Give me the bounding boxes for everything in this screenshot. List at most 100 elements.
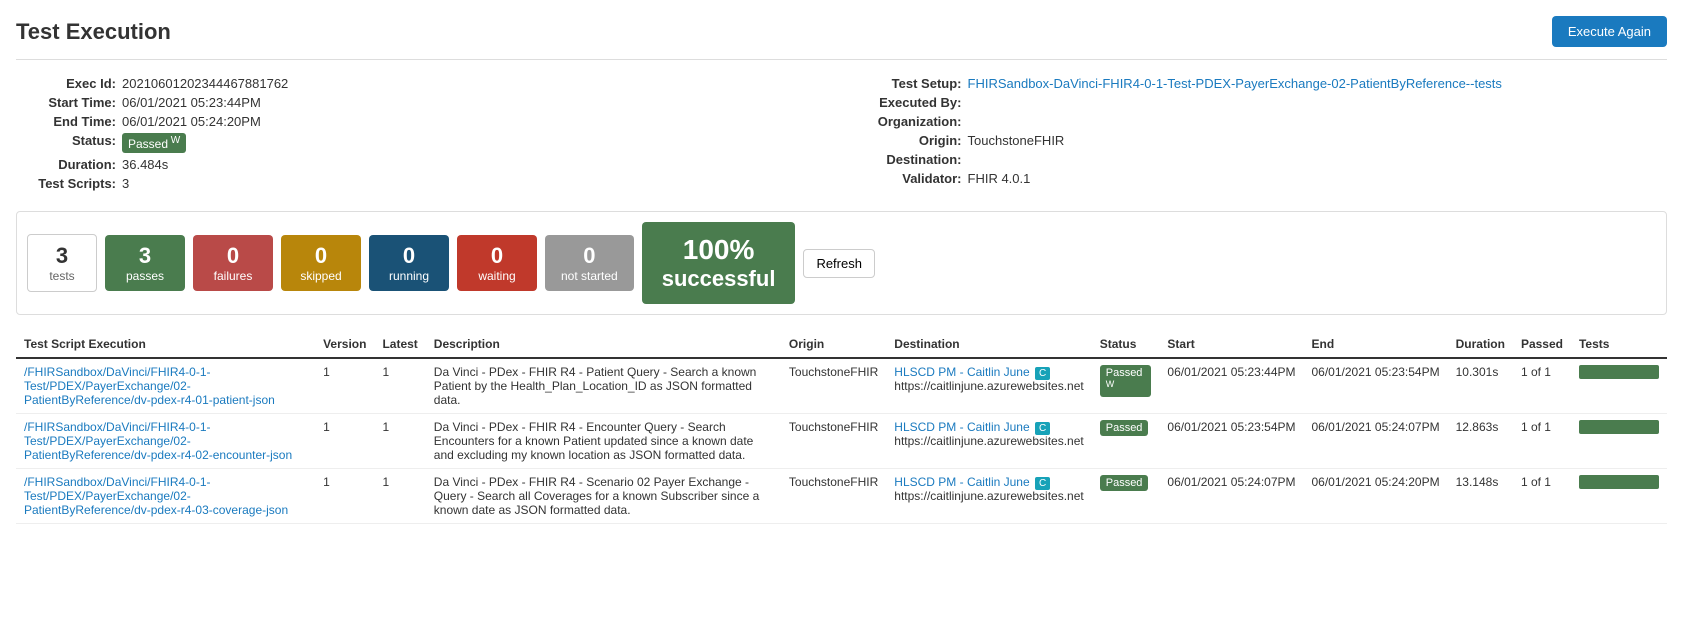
cell-script-link: /FHIRSandbox/DaVinci/FHIR4-0-1-Test/PDEX… <box>16 414 315 469</box>
script-link[interactable]: /FHIRSandbox/DaVinci/FHIR4-0-1-Test/PDEX… <box>24 365 275 407</box>
passes-num: 3 <box>121 243 169 269</box>
test-setup-row: Test Setup: FHIRSandbox-DaVinci-FHIR4-0-… <box>862 76 1668 91</box>
test-scripts-value: 3 <box>122 176 129 191</box>
status-badge: Passed <box>122 133 186 153</box>
col-header-description: Description <box>426 331 781 358</box>
stats-bar: 3 tests 3 passes 0 failures 0 skipped 0 … <box>16 211 1667 315</box>
meta-section: Exec Id: 20210601202344467881762 Start T… <box>16 76 1667 195</box>
waiting-num: 0 <box>473 243 521 269</box>
progress-bar-fill <box>1579 420 1659 434</box>
cell-status: Passed <box>1092 414 1160 469</box>
duration-value: 36.484s <box>122 157 168 172</box>
cell-start: 06/01/2021 05:23:44PM <box>1159 358 1303 414</box>
page-title: Test Execution <box>16 19 171 45</box>
cell-latest: 1 <box>374 358 425 414</box>
cell-origin: TouchstoneFHIR <box>781 469 886 524</box>
waiting-label: waiting <box>473 269 521 283</box>
col-header-passed: Passed <box>1513 331 1571 358</box>
script-link[interactable]: /FHIRSandbox/DaVinci/FHIR4-0-1-Test/PDEX… <box>24 475 288 517</box>
status-row: Status: Passed <box>16 133 822 153</box>
cell-tests <box>1571 469 1667 524</box>
status-badge: Passed W <box>1100 365 1152 397</box>
passes-box: 3 passes <box>105 235 185 291</box>
skipped-box: 0 skipped <box>281 235 361 291</box>
origin-row: Origin: TouchstoneFHIR <box>862 133 1668 148</box>
destination-link[interactable]: HLSCD PM - Caitlin June <box>894 420 1029 434</box>
cell-duration: 10.301s <box>1448 358 1513 414</box>
start-time-row: Start Time: 06/01/2021 05:23:44PM <box>16 95 822 110</box>
meta-left: Exec Id: 20210601202344467881762 Start T… <box>16 76 822 195</box>
cell-passed: 1 of 1 <box>1513 414 1571 469</box>
table-header-row: Test Script Execution Version Latest Des… <box>16 331 1667 358</box>
script-link[interactable]: /FHIRSandbox/DaVinci/FHIR4-0-1-Test/PDEX… <box>24 420 292 462</box>
failures-label: failures <box>209 269 257 283</box>
tests-count-num: 3 <box>44 243 80 269</box>
progress-bar-fill <box>1579 365 1659 379</box>
col-header-origin: Origin <box>781 331 886 358</box>
end-time-row: End Time: 06/01/2021 05:24:20PM <box>16 114 822 129</box>
status-badge: Passed <box>1100 475 1149 491</box>
col-header-script: Test Script Execution <box>16 331 315 358</box>
cell-passed: 1 of 1 <box>1513 469 1571 524</box>
duration-label: Duration: <box>16 157 116 172</box>
exec-id-row: Exec Id: 20210601202344467881762 <box>16 76 822 91</box>
destination-link[interactable]: HLSCD PM - Caitlin June <box>894 475 1029 489</box>
cell-end: 06/01/2021 05:23:54PM <box>1304 358 1448 414</box>
table-row: /FHIRSandbox/DaVinci/FHIR4-0-1-Test/PDEX… <box>16 414 1667 469</box>
execute-again-button[interactable]: Execute Again <box>1552 16 1667 47</box>
cell-status: Passed <box>1092 469 1160 524</box>
table-row: /FHIRSandbox/DaVinci/FHIR4-0-1-Test/PDEX… <box>16 469 1667 524</box>
validator-value: FHIR 4.0.1 <box>968 171 1031 186</box>
cell-end: 06/01/2021 05:24:07PM <box>1304 414 1448 469</box>
end-time-label: End Time: <box>16 114 116 129</box>
origin-label: Origin: <box>862 133 962 148</box>
cell-duration: 12.863s <box>1448 414 1513 469</box>
col-header-status: Status <box>1092 331 1160 358</box>
exec-id-value: 20210601202344467881762 <box>122 76 288 91</box>
cell-status: Passed W <box>1092 358 1160 414</box>
meta-right: Test Setup: FHIRSandbox-DaVinci-FHIR4-0-… <box>862 76 1668 195</box>
duration-row: Duration: 36.484s <box>16 157 822 172</box>
page-header: Test Execution Execute Again <box>16 16 1667 60</box>
start-time-value: 06/01/2021 05:23:44PM <box>122 95 261 110</box>
progress-bar-fill <box>1579 475 1659 489</box>
test-script-table: Test Script Execution Version Latest Des… <box>16 331 1667 524</box>
notstarted-box: 0 not started <box>545 235 634 291</box>
validator-row: Validator: FHIR 4.0.1 <box>862 171 1668 186</box>
cell-description: Da Vinci - PDex - FHIR R4 - Encounter Qu… <box>426 414 781 469</box>
skipped-num: 0 <box>297 243 345 269</box>
destination-link[interactable]: HLSCD PM - Caitlin June <box>894 365 1029 379</box>
cell-origin: TouchstoneFHIR <box>781 414 886 469</box>
refresh-button[interactable]: Refresh <box>803 249 875 278</box>
col-header-end: End <box>1304 331 1448 358</box>
waiting-box: 0 waiting <box>457 235 537 291</box>
dest-url: https://caitlinjune.azurewebsites.net <box>894 489 1083 503</box>
origin-value: TouchstoneFHIR <box>968 133 1065 148</box>
cell-destination: HLSCD PM - Caitlin June C https://caitli… <box>886 469 1091 524</box>
success-pct: 100% <box>662 234 776 266</box>
test-scripts-row: Test Scripts: 3 <box>16 176 822 191</box>
table-row: /FHIRSandbox/DaVinci/FHIR4-0-1-Test/PDEX… <box>16 358 1667 414</box>
cell-end: 06/01/2021 05:24:20PM <box>1304 469 1448 524</box>
success-box: 100% successful <box>642 222 796 304</box>
col-header-version: Version <box>315 331 374 358</box>
test-setup-label: Test Setup: <box>862 76 962 91</box>
cell-passed: 1 of 1 <box>1513 358 1571 414</box>
notstarted-num: 0 <box>561 243 618 269</box>
cell-latest: 1 <box>374 414 425 469</box>
status-label: Status: <box>16 133 116 153</box>
cell-script-link: /FHIRSandbox/DaVinci/FHIR4-0-1-Test/PDEX… <box>16 358 315 414</box>
cell-script-link: /FHIRSandbox/DaVinci/FHIR4-0-1-Test/PDEX… <box>16 469 315 524</box>
destination-row: Destination: <box>862 152 1668 167</box>
cell-destination: HLSCD PM - Caitlin June C https://caitli… <box>886 414 1091 469</box>
progress-bar <box>1579 420 1659 434</box>
start-time-label: Start Time: <box>16 95 116 110</box>
status-badge: Passed <box>1100 420 1149 436</box>
col-header-duration: Duration <box>1448 331 1513 358</box>
test-setup-link[interactable]: FHIRSandbox-DaVinci-FHIR4-0-1-Test-PDEX-… <box>968 76 1502 91</box>
running-num: 0 <box>385 243 433 269</box>
col-header-tests: Tests <box>1571 331 1667 358</box>
running-box: 0 running <box>369 235 449 291</box>
executed-by-label: Executed By: <box>862 95 962 110</box>
tests-count-label: tests <box>44 269 80 283</box>
